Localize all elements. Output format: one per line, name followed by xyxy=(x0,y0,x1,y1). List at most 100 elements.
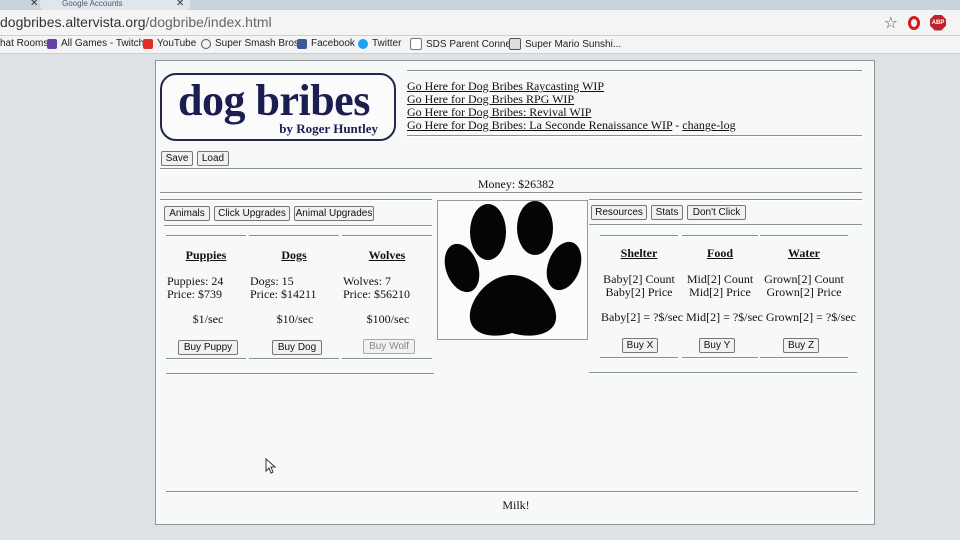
tab-resources[interactable]: Resources xyxy=(591,205,647,220)
bookmark-mario[interactable]: Super Mario Sunshi... xyxy=(509,38,621,50)
divider xyxy=(760,357,848,359)
divider xyxy=(342,358,432,360)
dogs-rate: $10/sec xyxy=(276,312,314,326)
bookmark-chat-rooms[interactable]: hat Rooms xyxy=(0,38,48,49)
link-revival[interactable]: Go Here for Dog Bribes: Revival WIP xyxy=(407,105,591,119)
money-display: Money: $26382 xyxy=(477,177,555,191)
bookmark-facebook[interactable]: Facebook xyxy=(297,38,355,49)
link-rpg[interactable]: Go Here for Dog Bribes RPG WIP xyxy=(407,92,574,106)
wolves-title: Wolves xyxy=(368,248,406,262)
save-button[interactable]: Save xyxy=(161,151,193,166)
close-tab-icon[interactable]: ✕ xyxy=(176,0,184,9)
load-button[interactable]: Load xyxy=(197,151,229,166)
divider xyxy=(407,70,862,72)
logo-byline: by Roger Huntley xyxy=(279,121,378,136)
twitch-icon xyxy=(47,38,57,49)
divider xyxy=(160,168,862,170)
divider xyxy=(166,235,246,237)
facebook-icon xyxy=(297,38,307,49)
close-tab-icon[interactable]: ✕ xyxy=(30,0,38,9)
page-viewport: dog bribes by Roger Huntley Go Here for … xyxy=(0,54,960,540)
adblock-plus-icon[interactable]: ABP xyxy=(930,14,946,31)
bookmarks-bar: hat Rooms All Games - Twitch YouTube Sup… xyxy=(0,36,960,54)
smash-icon xyxy=(201,38,211,49)
divider xyxy=(600,357,678,359)
food-title: Food xyxy=(706,246,733,260)
link-renaissance[interactable]: Go Here for Dog Bribes: La Seconde Renai… xyxy=(407,118,672,132)
logo-title: dog bribes xyxy=(178,76,370,125)
water-price: Grown[2] Price xyxy=(766,285,842,299)
bookmark-star-icon[interactable]: ☆ xyxy=(884,13,898,32)
link-separator: - xyxy=(675,118,680,132)
bookmark-twitter[interactable]: Twitter xyxy=(358,38,401,49)
tab-animals[interactable]: Animals xyxy=(164,206,210,221)
tab-animal-upgrades[interactable]: Animal Upgrades xyxy=(294,206,374,221)
divider xyxy=(249,235,339,237)
page-icon xyxy=(410,38,422,50)
project-links: Go Here for Dog Bribes Raycasting WIP Go… xyxy=(407,80,736,132)
url-text[interactable]: dogbribes.altervista.org/dogbribe/index.… xyxy=(0,14,272,30)
puppies-rate: $1/sec xyxy=(192,312,224,326)
tab-strip: ✕ Google Accounts ✕ xyxy=(0,0,960,10)
shelter-price: Baby[2] Price xyxy=(605,285,673,299)
divider xyxy=(600,235,678,237)
tab-stats[interactable]: Stats xyxy=(651,205,683,220)
bookmark-twitch[interactable]: All Games - Twitch xyxy=(47,38,144,49)
divider xyxy=(160,199,432,201)
dogs-price: Price: $14211 xyxy=(250,287,317,301)
address-bar[interactable]: dogbribes.altervista.org/dogbribe/index.… xyxy=(0,10,960,36)
youtube-icon xyxy=(143,38,153,49)
link-changelog[interactable]: change-log xyxy=(682,118,735,132)
puppies-title: Puppies xyxy=(185,248,227,262)
bookmark-label: Super Mario Sunshi... xyxy=(525,38,622,50)
wolves-rate: $100/sec xyxy=(366,312,410,326)
url-host: dogbribes.altervista.org xyxy=(0,14,146,30)
buy-x-button[interactable]: Buy X xyxy=(622,338,658,353)
buy-dog-button[interactable]: Buy Dog xyxy=(272,340,322,355)
food-price: Mid[2] Price xyxy=(689,285,751,299)
divider xyxy=(166,491,858,493)
grid-icon xyxy=(509,38,521,50)
puppies-price: Price: $739 xyxy=(167,287,222,301)
divider xyxy=(589,224,862,226)
bookmark-label: Twitter xyxy=(372,38,402,49)
abp-label: ABP xyxy=(931,19,945,26)
bookmark-label: SDS Parent Connect xyxy=(426,38,519,50)
opera-icon[interactable] xyxy=(908,15,920,30)
tab-click-upgrades[interactable]: Click Upgrades xyxy=(214,206,290,221)
bookmark-label: All Games - Twitch xyxy=(61,38,145,49)
divider xyxy=(249,358,339,360)
divider xyxy=(589,199,862,201)
wolves-price: Price: $56210 xyxy=(343,287,410,301)
divider xyxy=(407,135,862,137)
divider xyxy=(166,358,246,360)
link-raycasting[interactable]: Go Here for Dog Bribes Raycasting WIP xyxy=(407,79,604,93)
divider xyxy=(160,192,862,194)
bookmark-youtube[interactable]: YouTube xyxy=(143,38,196,49)
bookmark-label: Super Smash Bros. xyxy=(215,38,302,49)
divider xyxy=(342,235,432,237)
divider xyxy=(164,225,432,227)
divider xyxy=(682,235,758,237)
paw-clicker[interactable] xyxy=(437,200,588,340)
mouse-cursor-icon xyxy=(265,458,277,474)
buy-z-button[interactable]: Buy Z xyxy=(783,338,819,353)
paw-icon xyxy=(444,201,582,336)
buy-wolf-button[interactable]: Buy Wolf xyxy=(363,339,415,354)
divider xyxy=(589,372,857,374)
tab-dont-click[interactable]: Don't Click xyxy=(687,205,746,220)
divider xyxy=(760,235,848,237)
milk-footer: Milk! xyxy=(502,498,530,512)
bookmark-label: YouTube xyxy=(157,38,197,49)
tab-title: Google Accounts xyxy=(62,0,123,8)
bookmark-label: Facebook xyxy=(311,38,355,49)
buy-puppy-button[interactable]: Buy Puppy xyxy=(178,340,238,355)
bookmark-sds[interactable]: SDS Parent Connect xyxy=(410,38,519,50)
dogs-title: Dogs xyxy=(281,248,307,262)
bookmark-smash[interactable]: Super Smash Bros. xyxy=(201,38,302,49)
dog-bribes-logo: dog bribes by Roger Huntley xyxy=(160,73,396,141)
divider xyxy=(166,373,434,375)
buy-y-button[interactable]: Buy Y xyxy=(699,338,735,353)
resource-rates: Baby[2] = ?$/sec Mid[2] = ?$/sec Grown[2… xyxy=(601,310,856,324)
browser-tab[interactable]: Google Accounts xyxy=(40,0,190,10)
